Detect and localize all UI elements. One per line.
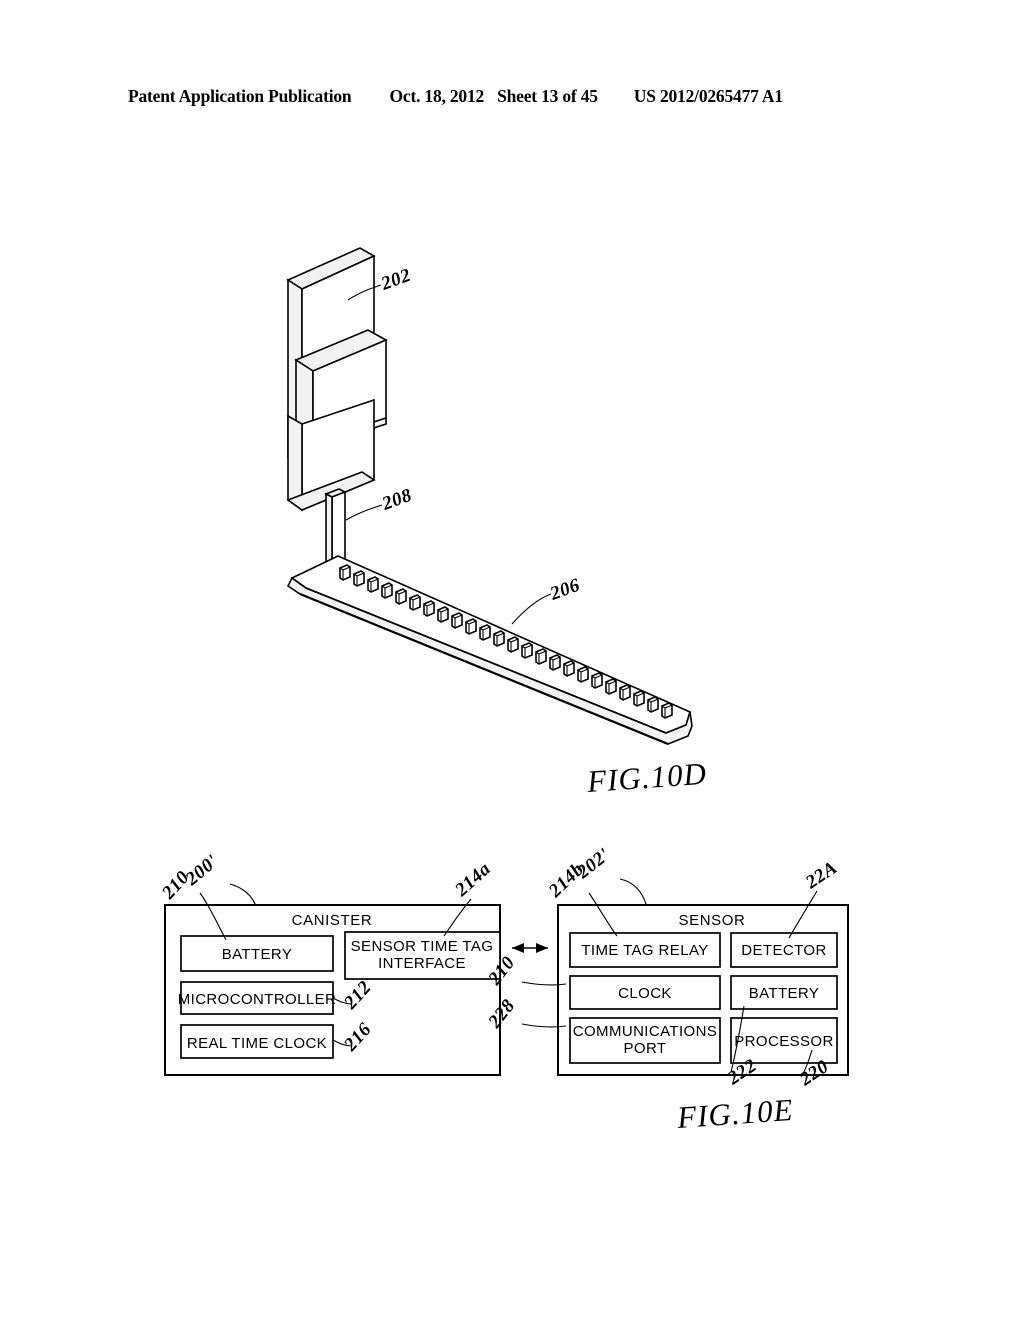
header-date: Oct. 18, 2012 xyxy=(389,86,485,106)
ref-numeral-220: 220 xyxy=(795,1056,832,1091)
connector-pin-row xyxy=(339,564,673,719)
sensor-time-tag-interface-label-line1: SENSOR TIME TAG xyxy=(351,938,494,955)
canister-battery-label: BATTERY xyxy=(222,946,293,963)
figure-10d-caption: FIG.10D xyxy=(585,756,708,799)
sensor-box: SENSOR TIME TAG RELAY DETECTOR CLOCK BAT… xyxy=(484,844,849,1091)
canister-sensor-link xyxy=(512,943,548,953)
communications-port-label-line2: PORT xyxy=(624,1040,667,1057)
sensor-battery[interactable]: BATTERY xyxy=(730,975,838,1010)
figure-10d: 202 208 206 FIG.10D xyxy=(286,247,708,799)
figure-10e-caption: FIG.10E xyxy=(675,1092,794,1135)
sensor-time-tag-interface[interactable]: SENSOR TIME TAG INTERFACE xyxy=(344,931,501,980)
ref-numeral-22A: 22A xyxy=(801,857,841,894)
figure-10e: CANISTER BATTERY SENSOR TIME TAG INTERFA… xyxy=(157,844,849,1135)
ref-numeral-206: 206 xyxy=(547,575,583,605)
communications-port[interactable]: COMMUNICATIONS PORT xyxy=(569,1017,721,1064)
real-time-clock[interactable]: REAL TIME CLOCK xyxy=(180,1024,334,1059)
vertical-post: 208 xyxy=(324,485,415,586)
detector-label: DETECTOR xyxy=(741,942,826,959)
sensor-title: SENSOR xyxy=(679,912,746,929)
canister-box: CANISTER BATTERY SENSOR TIME TAG INTERFA… xyxy=(157,851,501,1076)
ref-numeral-202: 202 xyxy=(378,265,414,295)
microcontroller[interactable]: MICROCONTROLLER xyxy=(178,981,337,1015)
time-tag-relay[interactable]: TIME TAG RELAY xyxy=(569,932,721,968)
ref-numeral-212: 212 xyxy=(339,977,375,1014)
stacked-plate-assembly: 202 xyxy=(286,247,414,512)
header-sheet: Sheet 13 of 45 xyxy=(497,86,598,106)
ref-numeral-216: 216 xyxy=(339,1019,375,1056)
sensor-battery-label: BATTERY xyxy=(749,985,820,1002)
communications-port-label-line1: COMMUNICATIONS xyxy=(573,1023,717,1040)
sensor-time-tag-interface-label-line2: INTERFACE xyxy=(378,955,466,972)
real-time-clock-label: REAL TIME CLOCK xyxy=(187,1035,327,1052)
sensor-clock[interactable]: CLOCK xyxy=(569,975,721,1010)
time-tag-relay-label: TIME TAG RELAY xyxy=(581,942,708,959)
ref-numeral-208: 208 xyxy=(379,485,415,515)
detector[interactable]: DETECTOR xyxy=(730,932,838,968)
ref-numeral-228: 228 xyxy=(484,996,520,1033)
sensor-clock-label: CLOCK xyxy=(618,985,672,1002)
processor-label: PROCESSOR xyxy=(734,1033,833,1050)
ref-numeral-222: 222 xyxy=(723,1055,760,1090)
ref-numeral-210-sensor: 210 xyxy=(484,953,520,990)
microcontroller-label: MICROCONTROLLER xyxy=(178,991,337,1008)
ref-numeral-214a: 214a xyxy=(451,858,496,901)
header-patent-number: US 2012/0265477 A1 xyxy=(633,86,783,106)
canister-battery[interactable]: BATTERY xyxy=(180,935,334,972)
base-plate: 206 xyxy=(286,555,693,746)
page-header: Patent Application Publication Oct. 18, … xyxy=(128,86,908,107)
canister-title: CANISTER xyxy=(292,912,373,929)
header-publication: Patent Application Publication xyxy=(128,86,352,106)
